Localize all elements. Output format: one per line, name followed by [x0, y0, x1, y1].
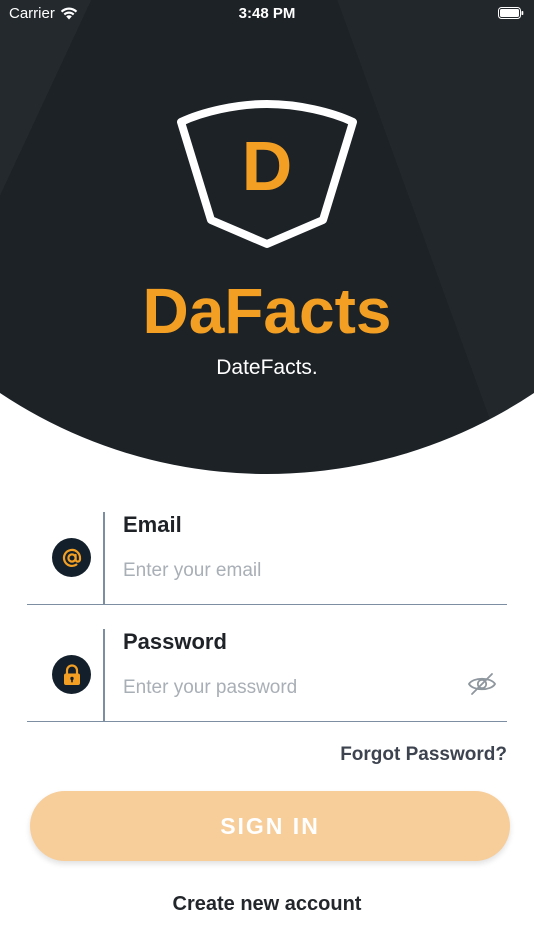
app-name: DaFacts: [142, 275, 392, 347]
email-icon-badge: [52, 538, 91, 577]
sign-in-button[interactable]: SIGN IN: [30, 791, 510, 861]
password-icon-badge: [52, 655, 91, 694]
email-input[interactable]: [123, 556, 453, 586]
forgot-password-link[interactable]: Forgot Password?: [340, 744, 507, 766]
create-account-link[interactable]: Create new account: [0, 893, 534, 916]
password-input[interactable]: [123, 673, 453, 703]
email-label: Email: [123, 512, 182, 537]
battery-icon: [498, 7, 524, 19]
password-field-group: Password: [27, 629, 507, 722]
padlock-icon: [63, 663, 80, 685]
app-tagline: DateFacts.: [216, 356, 318, 379]
password-label: Password: [123, 629, 227, 654]
at-sign-icon: [62, 548, 81, 567]
logo-letter: D: [242, 127, 293, 205]
status-time: 3:48 PM: [238, 5, 296, 22]
field-divider: [103, 629, 105, 721]
logo-shield-icon: D: [177, 100, 357, 248]
login-screen: Carrier 3:48 PM D DaFacts DateFacts. Ema…: [0, 0, 534, 950]
eye-slash-icon[interactable]: [467, 671, 497, 697]
status-bar: Carrier 3:48 PM: [0, 0, 534, 28]
field-divider: [103, 512, 105, 604]
email-field-group: Email: [27, 512, 507, 605]
